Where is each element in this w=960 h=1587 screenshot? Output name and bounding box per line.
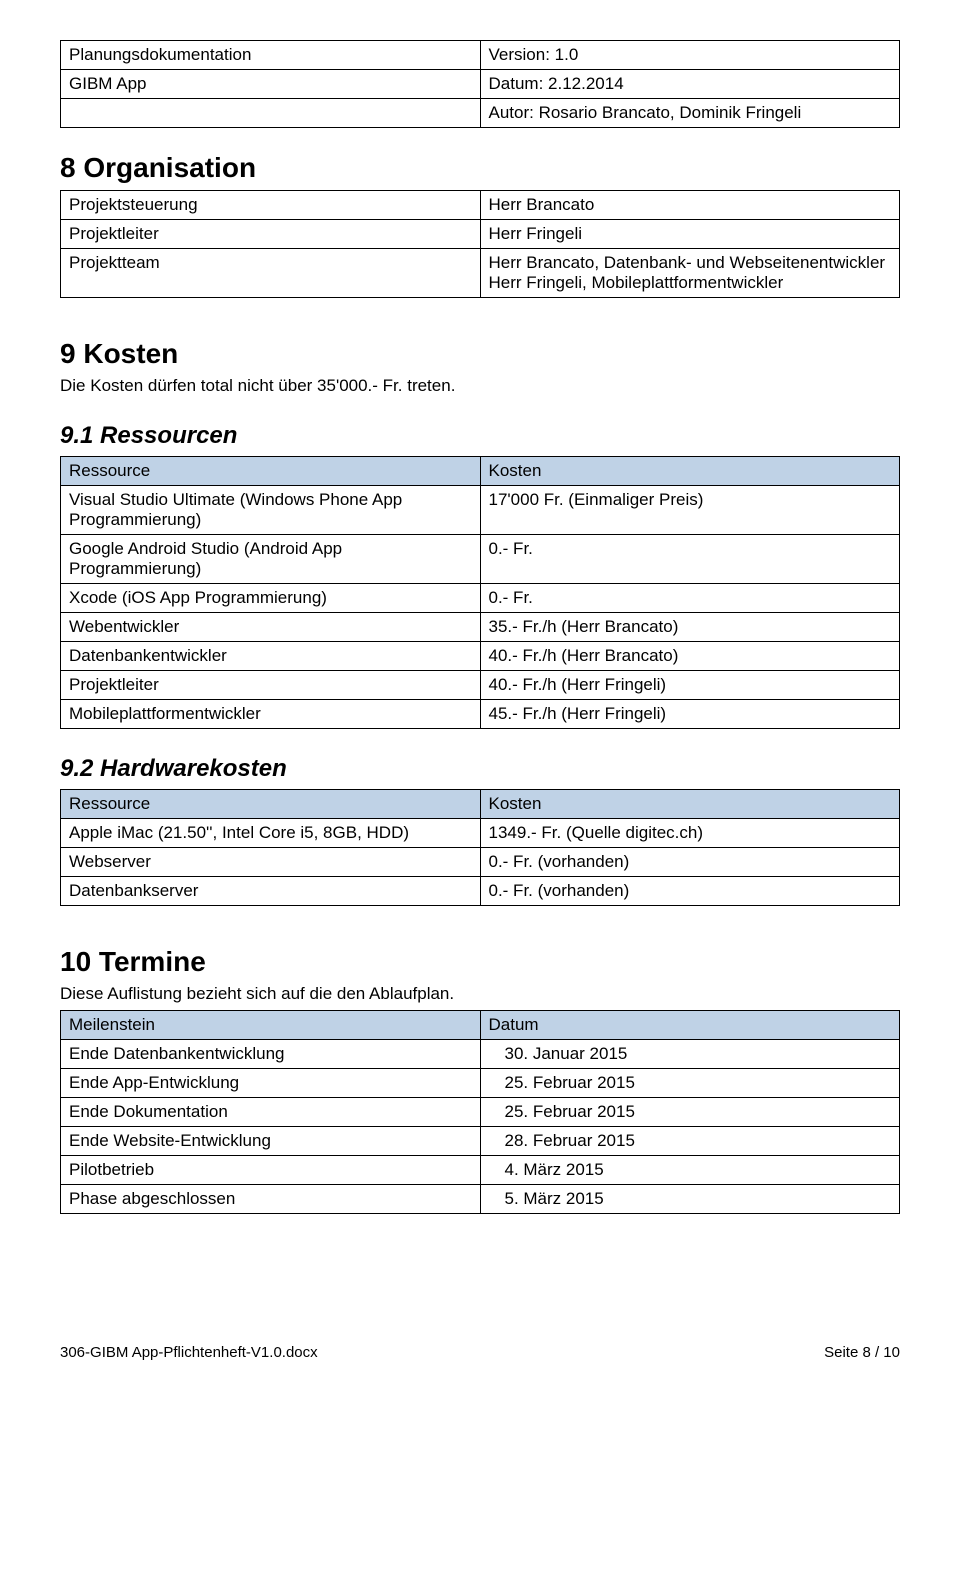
- res-cost: 45.- Fr./h (Herr Fringeli): [480, 700, 900, 729]
- milestone-date: 4. März 2015: [480, 1156, 900, 1185]
- section-9-intro: Die Kosten dürfen total nicht über 35'00…: [60, 376, 900, 396]
- milestone-name: Phase abgeschlossen: [61, 1185, 481, 1214]
- milestone-date: 28. Februar 2015: [480, 1127, 900, 1156]
- milestone-date: 25. Februar 2015: [480, 1098, 900, 1127]
- hardware-table: Ressource Kosten Apple iMac (21.50'', In…: [60, 789, 900, 906]
- org-val: Herr Fringeli: [480, 220, 900, 249]
- res-name: Mobileplattformentwickler: [61, 700, 481, 729]
- milestone-name: Ende Dokumentation: [61, 1098, 481, 1127]
- footer-filename: 306-GIBM App-Pflichtenheft-V1.0.docx: [60, 1344, 318, 1361]
- doc-version: Version: 1.0: [480, 41, 900, 70]
- section-9-2-title: 9.2 Hardwarekosten: [60, 755, 900, 783]
- res-name: Visual Studio Ultimate (Windows Phone Ap…: [61, 486, 481, 535]
- doc-date: Datum: 2.12.2014: [480, 70, 900, 99]
- res-cost: 0.- Fr.: [480, 584, 900, 613]
- col-date: Datum: [480, 1011, 900, 1040]
- milestone-date: 25. Februar 2015: [480, 1069, 900, 1098]
- hw-name: Apple iMac (21.50'', Intel Core i5, 8GB,…: [61, 819, 481, 848]
- org-key: Projektleiter: [61, 220, 481, 249]
- res-name: Xcode (iOS App Programmierung): [61, 584, 481, 613]
- milestone-name: Ende Website-Entwicklung: [61, 1127, 481, 1156]
- res-cost: 17'000 Fr. (Einmaliger Preis): [480, 486, 900, 535]
- col-cost: Kosten: [480, 457, 900, 486]
- org-key: Projektteam: [61, 249, 481, 298]
- page-footer: 306-GIBM App-Pflichtenheft-V1.0.docx Sei…: [60, 1344, 900, 1361]
- doc-header-table: Planungsdokumentation Version: 1.0 GIBM …: [60, 40, 900, 128]
- col-cost: Kosten: [480, 790, 900, 819]
- res-cost: 0.- Fr.: [480, 535, 900, 584]
- res-cost: 40.- Fr./h (Herr Brancato): [480, 642, 900, 671]
- res-cost: 35.- Fr./h (Herr Brancato): [480, 613, 900, 642]
- hw-name: Webserver: [61, 848, 481, 877]
- app-name: GIBM App: [61, 70, 481, 99]
- res-name: Webentwickler: [61, 613, 481, 642]
- section-10-intro: Diese Auflistung bezieht sich auf die de…: [60, 984, 900, 1004]
- col-resource: Ressource: [61, 790, 481, 819]
- doc-author: Autor: Rosario Brancato, Dominik Fringel…: [480, 99, 900, 128]
- section-8-title: 8 Organisation: [60, 152, 900, 184]
- org-val: Herr Brancato: [480, 191, 900, 220]
- milestone-name: Ende Datenbankentwicklung: [61, 1040, 481, 1069]
- res-name: Google Android Studio (Android App Progr…: [61, 535, 481, 584]
- org-key: Projektsteuerung: [61, 191, 481, 220]
- hw-cost: 0.- Fr. (vorhanden): [480, 848, 900, 877]
- section-10-title: 10 Termine: [60, 946, 900, 978]
- org-table: Projektsteuerung Herr Brancato Projektle…: [60, 190, 900, 298]
- milestone-date: 30. Januar 2015: [480, 1040, 900, 1069]
- section-9-1-title: 9.1 Ressourcen: [60, 422, 900, 450]
- section-9-title: 9 Kosten: [60, 338, 900, 370]
- col-resource: Ressource: [61, 457, 481, 486]
- org-val-line1: Herr Brancato, Datenbank- und Webseitene…: [489, 253, 886, 272]
- res-name: Datenbankentwickler: [61, 642, 481, 671]
- milestone-name: Pilotbetrieb: [61, 1156, 481, 1185]
- footer-page: Seite 8 / 10: [824, 1344, 900, 1361]
- milestone-date: 5. März 2015: [480, 1185, 900, 1214]
- milestones-table: Meilenstein Datum Ende Datenbankentwickl…: [60, 1010, 900, 1214]
- hw-cost: 1349.- Fr. (Quelle digitec.ch): [480, 819, 900, 848]
- org-val: Herr Brancato, Datenbank- und Webseitene…: [480, 249, 900, 298]
- res-cost: 40.- Fr./h (Herr Fringeli): [480, 671, 900, 700]
- res-name: Projektleiter: [61, 671, 481, 700]
- hw-name: Datenbankserver: [61, 877, 481, 906]
- hw-cost: 0.- Fr. (vorhanden): [480, 877, 900, 906]
- doc-title: Planungsdokumentation: [61, 41, 481, 70]
- org-val-line2: Herr Fringeli, Mobileplattformentwickler: [489, 273, 784, 292]
- resources-table: Ressource Kosten Visual Studio Ultimate …: [60, 456, 900, 729]
- col-milestone: Meilenstein: [61, 1011, 481, 1040]
- milestone-name: Ende App-Entwicklung: [61, 1069, 481, 1098]
